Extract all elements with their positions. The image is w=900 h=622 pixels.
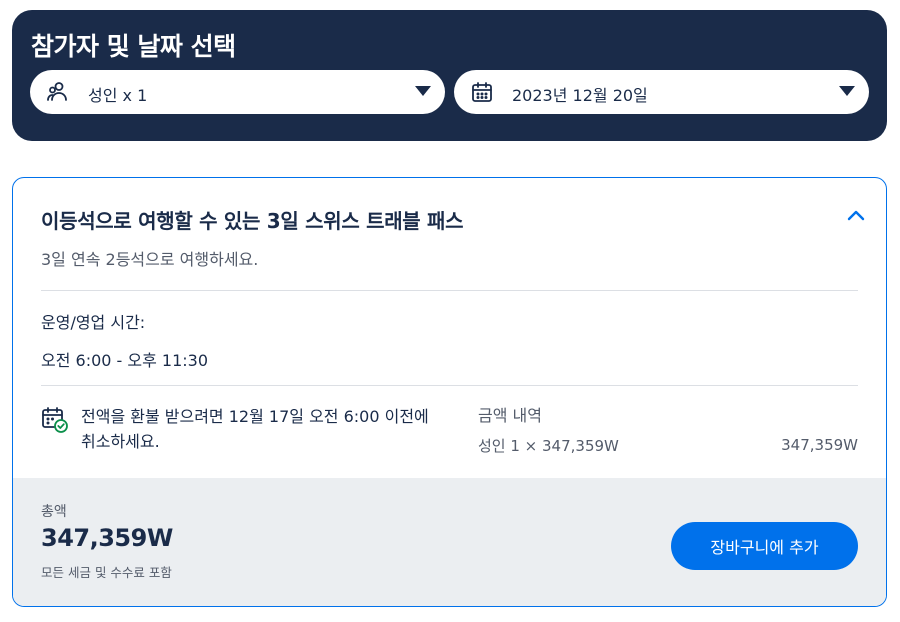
selector-title: 참가자 및 날짜 선택 [31,32,236,61]
calendar-check-icon [42,407,68,433]
hours-value: 오전 6:00 - 오후 11:30 [41,351,209,370]
date-value: 2023년 12월 20일 [512,86,648,105]
total-price: 347,359W [41,524,173,552]
divider [41,385,858,386]
date-dropdown[interactable]: 2023년 12월 20일 [454,70,869,114]
total-section: 총액 347,359W 모든 세금 및 수수료 포함 장바구니에 추가 [13,478,886,606]
price-line-label: 성인 1 × 347,359W [478,437,619,455]
cancellation-policy: 전액을 환불 받으려면 12월 17일 오전 6:00 이전에 취소하세요. [81,407,429,451]
participants-dropdown[interactable]: 성인 x 1 [30,70,445,114]
price-breakdown-label: 금액 내역 [478,406,542,425]
hours-label: 운영/영업 시간: [41,313,146,332]
option-subtitle: 3일 연속 2등석으로 여행하세요. [41,250,259,269]
add-to-cart-button[interactable]: 장바구니에 추가 [671,522,858,570]
people-icon [47,82,67,101]
chevron-down-icon [415,86,431,96]
participant-date-selector: 참가자 및 날짜 선택 성인 x 1 2023년 12월 20일 [12,10,887,141]
participants-value: 성인 x 1 [88,86,148,105]
option-title: 이등석으로 여행할 수 있는 3일 스위스 트래블 패스 [41,209,464,233]
tax-note: 모든 세금 및 수수료 포함 [41,565,172,580]
chevron-up-icon[interactable] [846,208,866,222]
chevron-down-icon [839,86,855,96]
calendar-icon [472,82,492,102]
divider [41,290,858,291]
price-line-value: 347,359W [781,436,858,454]
total-label: 총액 [41,504,67,520]
ticket-option-card: 이등석으로 여행할 수 있는 3일 스위스 트래블 패스 3일 연속 2등석으로… [12,177,887,607]
